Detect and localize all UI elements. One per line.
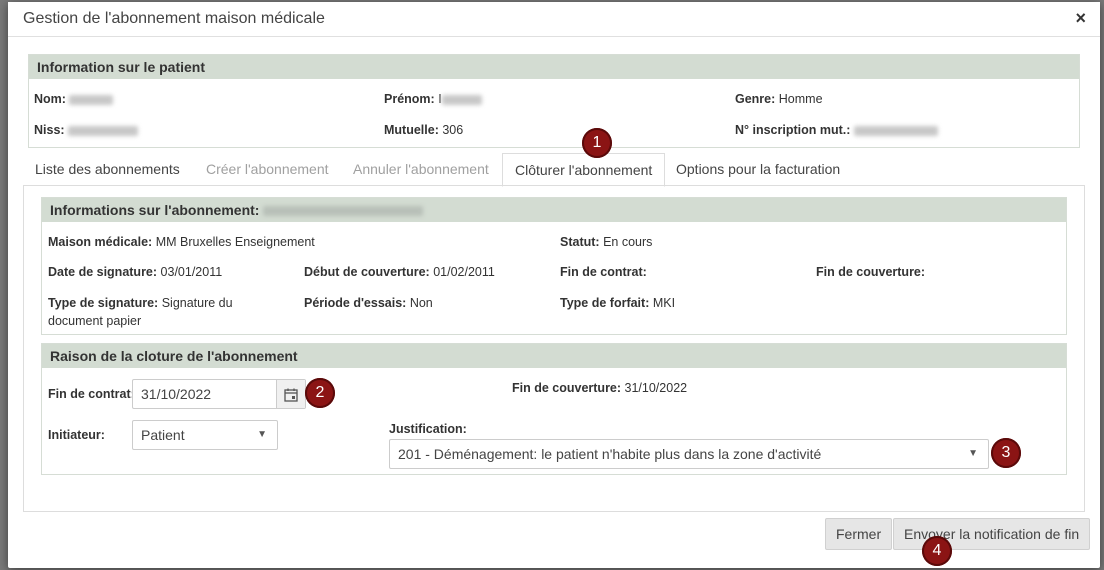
- closure-fin-couverture: Fin de couverture: 31/10/2022: [512, 381, 688, 395]
- callout-badge-3: 3: [991, 438, 1021, 468]
- patient-inscription: N° inscription mut.:: [735, 121, 938, 139]
- initiateur-select[interactable]: Patient ▼: [132, 420, 278, 450]
- chevron-down-icon: ▼: [968, 448, 978, 459]
- tab-options-facturation[interactable]: Options pour la facturation: [664, 153, 852, 185]
- tab-bar: Liste des abonnements Créer l'abonnement…: [23, 153, 1085, 187]
- patient-genre: Genre: Homme: [735, 92, 823, 106]
- closure-fin-contrat-label: Fin de contrat:: [48, 387, 135, 401]
- patient-info-header: Information sur le patient: [29, 55, 1079, 79]
- modal-header: Gestion de l'abonnement maison médicale …: [8, 2, 1100, 37]
- closure-justification-label: Justification:: [389, 422, 467, 436]
- callout-badge-4: 4: [922, 536, 952, 566]
- tab-creer-abonnement[interactable]: Créer l'abonnement: [194, 153, 341, 185]
- closure-reason-header: Raison de la cloture de l'abonnement: [42, 344, 1066, 368]
- sub-fin-couverture: Fin de couverture:: [816, 265, 926, 279]
- sub-fin-contrat: Fin de contrat:: [560, 265, 647, 279]
- patient-nom: Nom:: [34, 90, 114, 108]
- sub-periode-essais: Période d'essais: Non: [304, 296, 433, 310]
- callout-badge-1: 1: [582, 128, 612, 158]
- sub-debut-couverture: Début de couverture: 01/02/2011: [304, 265, 495, 279]
- tab-cloturer-abonnement[interactable]: Clôturer l'abonnement: [502, 153, 666, 187]
- sub-type-forfait: Type de forfait: MKI: [560, 296, 676, 310]
- callout-badge-2: 2: [305, 378, 335, 408]
- fin-contrat-date-input[interactable]: 31/10/2022: [132, 379, 306, 409]
- calendar-button[interactable]: [276, 380, 305, 408]
- tab-liste-abonnements[interactable]: Liste des abonnements: [23, 153, 192, 185]
- patient-mutuelle: Mutuelle: 306: [384, 123, 464, 137]
- justification-select[interactable]: 201 - Déménagement: le patient n'habite …: [389, 439, 989, 469]
- sub-type-signature: Type de signature: Signature du document …: [48, 296, 233, 328]
- tab-annuler-abonnement[interactable]: Annuler l'abonnement: [341, 153, 501, 185]
- sub-statut: Statut: En cours: [560, 235, 653, 249]
- sub-maison-medicale: Maison médicale: MM Bruxelles Enseigneme…: [48, 235, 315, 249]
- patient-niss: Niss:: [34, 121, 139, 139]
- subscription-info-header: Informations sur l'abonnement:: [42, 198, 1066, 222]
- close-icon[interactable]: ×: [1075, 8, 1086, 29]
- subscription-modal: Gestion de l'abonnement maison médicale …: [8, 2, 1100, 568]
- calendar-icon: [284, 388, 298, 402]
- modal-title: Gestion de l'abonnement maison médicale: [23, 10, 325, 27]
- closure-initiateur-label: Initiateur:: [48, 428, 105, 442]
- chevron-down-icon: ▼: [257, 429, 267, 440]
- fermer-button[interactable]: Fermer: [825, 518, 893, 550]
- sub-date-signature: Date de signature: 03/01/2011: [48, 265, 223, 279]
- patient-prenom: Prénom: I: [384, 90, 482, 108]
